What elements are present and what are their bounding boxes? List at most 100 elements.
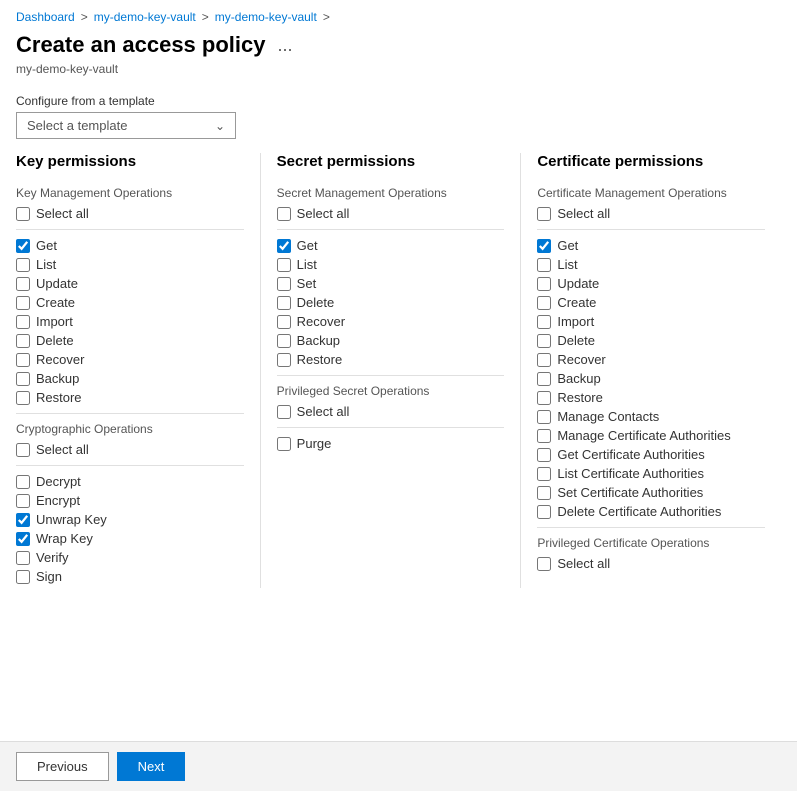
secret-purge: Purge	[277, 436, 505, 451]
key-backup-checkbox[interactable]	[16, 372, 30, 386]
cert-delete-ca-checkbox[interactable]	[537, 505, 551, 519]
secret-recover-checkbox[interactable]	[277, 315, 291, 329]
key-permissions-title: Key permissions	[16, 153, 244, 174]
secret-set-label: Set	[297, 276, 317, 291]
page-header: Create an access policy ...	[0, 30, 797, 60]
key-import-checkbox[interactable]	[16, 315, 30, 329]
ellipsis-button[interactable]: ...	[273, 35, 296, 56]
key-restore-checkbox[interactable]	[16, 391, 30, 405]
secret-purge-checkbox[interactable]	[277, 437, 291, 451]
secret-purge-label: Purge	[297, 436, 332, 451]
cert-list-ca: List Certificate Authorities	[537, 466, 765, 481]
cert-manage-contacts-checkbox[interactable]	[537, 410, 551, 424]
secret-get: Get	[277, 238, 505, 253]
key-create-label: Create	[36, 295, 75, 310]
secret-backup-label: Backup	[297, 333, 340, 348]
crypto-sign-label: Sign	[36, 569, 62, 584]
cert-get-checkbox[interactable]	[537, 239, 551, 253]
key-create-checkbox[interactable]	[16, 296, 30, 310]
key-update-checkbox[interactable]	[16, 277, 30, 291]
priv-secret-select-all-checkbox[interactable]	[277, 405, 291, 419]
crypto-sign: Sign	[16, 569, 244, 584]
crypto-encrypt-checkbox[interactable]	[16, 494, 30, 508]
cert-list-checkbox[interactable]	[537, 258, 551, 272]
cert-import: Import	[537, 314, 765, 329]
cert-set-ca-checkbox[interactable]	[537, 486, 551, 500]
certificate-permissions-column: Certificate permissions Certificate Mana…	[537, 153, 781, 588]
secret-recover-label: Recover	[297, 314, 345, 329]
secret-select-all: Select all	[277, 206, 505, 221]
cert-select-all-label: Select all	[557, 206, 610, 221]
crypto-decrypt: Decrypt	[16, 474, 244, 489]
cert-get-ca-checkbox[interactable]	[537, 448, 551, 462]
cert-delete: Delete	[537, 333, 765, 348]
secret-list-checkbox[interactable]	[277, 258, 291, 272]
cert-list-ca-checkbox[interactable]	[537, 467, 551, 481]
cert-get: Get	[537, 238, 765, 253]
breadcrumb-sep-2: >	[202, 10, 209, 24]
secret-set-checkbox[interactable]	[277, 277, 291, 291]
breadcrumb-sep-1: >	[81, 10, 88, 24]
key-select-all-label: Select all	[36, 206, 89, 221]
secret-restore-checkbox[interactable]	[277, 353, 291, 367]
breadcrumb-sep-3: >	[323, 10, 330, 24]
crypto-select-all-checkbox[interactable]	[16, 443, 30, 457]
crypto-sign-checkbox[interactable]	[16, 570, 30, 584]
cert-delete-checkbox[interactable]	[537, 334, 551, 348]
key-recover: Recover	[16, 352, 244, 367]
secret-backup: Backup	[277, 333, 505, 348]
permissions-grid: Key permissions Key Management Operation…	[0, 153, 797, 588]
secret-delete: Delete	[277, 295, 505, 310]
previous-button[interactable]: Previous	[16, 752, 109, 781]
cert-backup-checkbox[interactable]	[537, 372, 551, 386]
cert-backup-label: Backup	[557, 371, 600, 386]
cert-create-label: Create	[557, 295, 596, 310]
breadcrumb-dashboard[interactable]: Dashboard	[16, 10, 75, 24]
key-delete-checkbox[interactable]	[16, 334, 30, 348]
cert-recover-checkbox[interactable]	[537, 353, 551, 367]
crypto-verify: Verify	[16, 550, 244, 565]
key-get-checkbox[interactable]	[16, 239, 30, 253]
cert-select-all: Select all	[537, 206, 765, 221]
key-get-label: Get	[36, 238, 57, 253]
priv-cert-select-all-label: Select all	[557, 556, 610, 571]
next-button[interactable]: Next	[117, 752, 186, 781]
priv-cert-select-all-checkbox[interactable]	[537, 557, 551, 571]
crypto-unwrap-checkbox[interactable]	[16, 513, 30, 527]
crypto-verify-checkbox[interactable]	[16, 551, 30, 565]
cert-get-ca: Get Certificate Authorities	[537, 447, 765, 462]
secret-delete-checkbox[interactable]	[277, 296, 291, 310]
secret-backup-checkbox[interactable]	[277, 334, 291, 348]
cert-select-all-checkbox[interactable]	[537, 207, 551, 221]
breadcrumb-vault-2[interactable]: my-demo-key-vault	[215, 10, 317, 24]
secret-get-checkbox[interactable]	[277, 239, 291, 253]
secret-get-label: Get	[297, 238, 318, 253]
secret-select-all-checkbox[interactable]	[277, 207, 291, 221]
cert-import-checkbox[interactable]	[537, 315, 551, 329]
secret-select-all-label: Select all	[297, 206, 350, 221]
secret-recover: Recover	[277, 314, 505, 329]
key-select-all-checkbox[interactable]	[16, 207, 30, 221]
crypto-select-all: Select all	[16, 442, 244, 457]
template-section: Configure from a template Select a templ…	[0, 86, 797, 153]
crypto-decrypt-checkbox[interactable]	[16, 475, 30, 489]
key-list-checkbox[interactable]	[16, 258, 30, 272]
secret-list-label: List	[297, 257, 317, 272]
certificate-permissions-title: Certificate permissions	[537, 153, 765, 174]
key-backup: Backup	[16, 371, 244, 386]
cert-update: Update	[537, 276, 765, 291]
cert-restore: Restore	[537, 390, 765, 405]
cert-delete-ca-label: Delete Certificate Authorities	[557, 504, 721, 519]
template-select-dropdown[interactable]: Select a template ⌄	[16, 112, 236, 139]
key-recover-checkbox[interactable]	[16, 353, 30, 367]
crypto-wrap-checkbox[interactable]	[16, 532, 30, 546]
breadcrumb-vault-1[interactable]: my-demo-key-vault	[94, 10, 196, 24]
priv-secret-section-title: Privileged Secret Operations	[277, 384, 505, 398]
cert-restore-checkbox[interactable]	[537, 391, 551, 405]
key-select-all: Select all	[16, 206, 244, 221]
cert-update-checkbox[interactable]	[537, 277, 551, 291]
cert-create-checkbox[interactable]	[537, 296, 551, 310]
cert-manage-ca-checkbox[interactable]	[537, 429, 551, 443]
template-label: Configure from a template	[16, 94, 781, 108]
crypto-wrap: Wrap Key	[16, 531, 244, 546]
